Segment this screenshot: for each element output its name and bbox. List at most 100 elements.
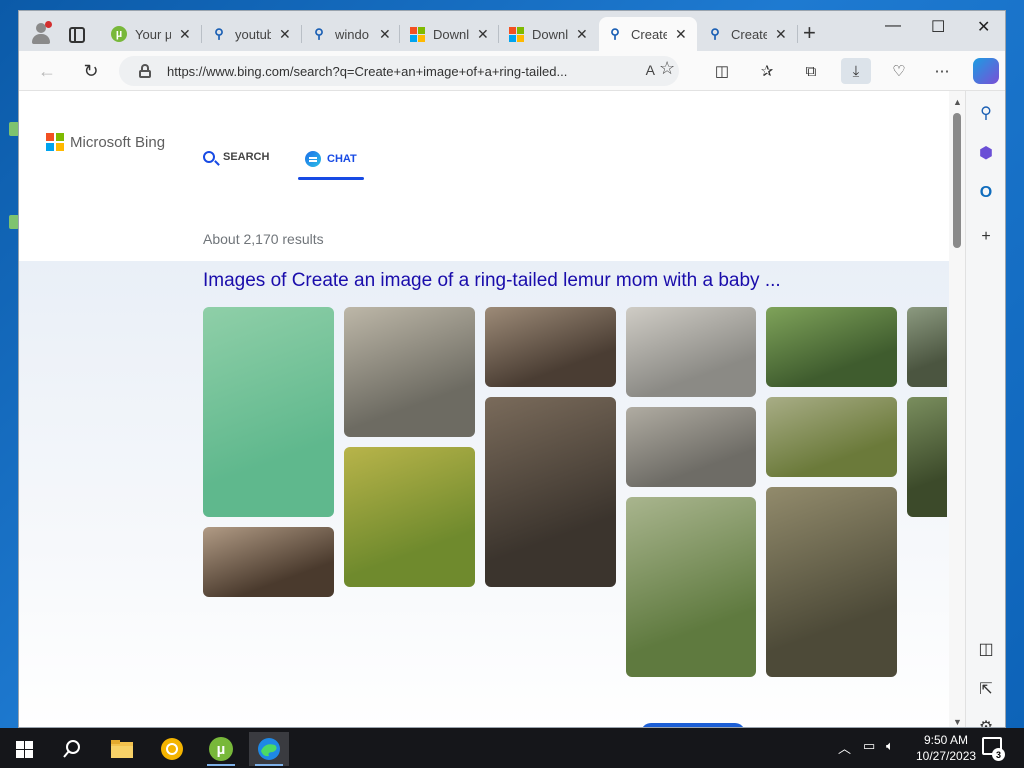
tab-create-active[interactable]: ⚲ Create ✕	[599, 17, 697, 51]
windows-logo-icon	[15, 740, 33, 758]
favorite-star-icon[interactable]: ☆	[659, 58, 675, 79]
bing-results-page: Microsoft Bing SEARCH CHAT About 2,170 r…	[19, 91, 949, 727]
microsoft-icon	[508, 26, 524, 42]
bing-search-icon: ⚲	[314, 26, 324, 41]
windows-taskbar: µ ︿ ▭ 🔈︎ 9:50 AM 10/27/2023 3	[0, 728, 1024, 768]
taskbar-search-button[interactable]	[52, 732, 92, 766]
edge-sidebar: ⚲ ⬢ O + ◫ ⇱ ⚙	[965, 91, 1005, 727]
page-scrollbar[interactable]: ▲ ▼	[949, 91, 965, 727]
volume-muted-icon[interactable]: 🔈︎	[886, 738, 894, 754]
close-tab-icon[interactable]: ✕	[675, 26, 687, 43]
sidebar-hide-panel-icon[interactable]: ◫	[976, 639, 996, 659]
folder-icon	[111, 740, 133, 758]
browser-essentials-icon[interactable]: ♡	[888, 60, 910, 82]
chrome-canary-button[interactable]	[152, 732, 192, 766]
settings-more-icon[interactable]: ⋯	[931, 60, 953, 82]
refresh-button[interactable]: ↻	[79, 59, 103, 83]
edge-icon	[258, 738, 280, 760]
downloads-icon[interactable]: ⤓	[841, 58, 871, 84]
image-thumbnail[interactable]	[344, 447, 475, 587]
back-button[interactable]: ←	[35, 59, 59, 83]
close-tab-icon[interactable]: ✕	[576, 26, 588, 43]
bing-search-icon: ⚲	[710, 26, 720, 41]
image-thumbnail[interactable]	[766, 487, 897, 677]
image-thumbnail[interactable]	[485, 397, 616, 587]
image-results-section: Images of Create an image of a ring-tail…	[19, 261, 949, 727]
browser-window: µ Your µ ✕ ⚲ youtub ✕ ⚲ windo ✕ Downl ✕	[18, 10, 1006, 728]
images-heading-link[interactable]: Images of Create an image of a ring-tail…	[203, 270, 781, 292]
clock-date: 10/27/2023	[916, 749, 977, 763]
tab-download-1[interactable]: Downl ✕	[401, 17, 497, 51]
search-icon	[203, 151, 215, 163]
close-window-button[interactable]: ✕	[977, 17, 990, 37]
utorrent-icon: µ	[209, 737, 233, 761]
profile-avatar-icon[interactable]	[29, 21, 53, 45]
sidebar-outlook-icon[interactable]: O	[976, 183, 996, 203]
tab-utorrent[interactable]: µ Your µ ✕	[103, 17, 199, 51]
image-thumbnail[interactable]	[766, 307, 897, 387]
tab-youtube-search[interactable]: ⚲ youtub ✕	[203, 17, 299, 51]
file-explorer-button[interactable]	[102, 732, 142, 766]
results-count: About 2,170 results	[203, 231, 324, 247]
bing-search-icon: ⚲	[610, 26, 620, 41]
system-clock[interactable]: 9:50 AM 10/27/2023	[916, 732, 976, 764]
image-thumbnail[interactable]	[203, 527, 334, 597]
scroll-thumb[interactable]	[953, 113, 961, 248]
image-thumbnail[interactable]	[203, 307, 334, 517]
read-aloud-icon[interactable]: A	[646, 62, 655, 78]
chat-icon	[305, 151, 321, 167]
image-thumbnail[interactable]	[907, 307, 947, 387]
address-bar[interactable]: https://www.bing.com/search?q=Create+an+…	[119, 56, 679, 86]
network-icon[interactable]: ▭	[863, 738, 875, 754]
image-thumbnail[interactable]	[485, 307, 616, 387]
minimize-button[interactable]: —	[885, 17, 901, 35]
close-tab-icon[interactable]: ✕	[179, 26, 191, 43]
show-hidden-icons-chevron-icon[interactable]: ︿	[838, 738, 851, 757]
scroll-down-arrow-icon[interactable]: ▼	[953, 717, 962, 727]
new-tab-button[interactable]: +	[803, 22, 816, 44]
close-tab-icon[interactable]: ✕	[379, 26, 391, 43]
utorrent-taskbar-button[interactable]: µ	[201, 732, 241, 766]
bing-logo[interactable]: Microsoft Bing	[46, 133, 165, 151]
open-in-new-window-icon[interactable]: ⇱	[976, 679, 996, 699]
image-thumbnail[interactable]	[344, 307, 475, 437]
search-icon	[63, 740, 80, 758]
collections-icon[interactable]: ⧉	[800, 60, 822, 82]
close-tab-icon[interactable]: ✕	[775, 26, 787, 43]
url-text[interactable]: https://www.bing.com/search?q=Create+an+…	[167, 64, 567, 79]
close-tab-icon[interactable]: ✕	[279, 26, 291, 43]
copilot-icon[interactable]	[973, 58, 999, 84]
image-thumbnail[interactable]	[626, 497, 756, 677]
sidebar-add-icon[interactable]: +	[976, 227, 996, 247]
image-thumbnail[interactable]	[626, 407, 756, 487]
active-scope-indicator	[298, 177, 364, 180]
clock-time: 9:50 AM	[923, 733, 969, 747]
bing-search-icon: ⚲	[214, 26, 224, 41]
browser-toolbar: ← ↻ https://www.bing.com/search?q=Create…	[19, 51, 1005, 91]
image-thumbnail[interactable]	[626, 307, 756, 397]
maximize-button[interactable]: ☐	[931, 17, 945, 37]
utorrent-icon: µ	[111, 26, 127, 42]
start-button[interactable]	[4, 732, 44, 766]
microsoft-icon	[409, 26, 425, 42]
browser-yellow-icon	[161, 738, 183, 760]
image-thumbnail[interactable]	[766, 397, 897, 477]
sidebar-office-icon[interactable]: ⬢	[976, 143, 996, 163]
edge-taskbar-button[interactable]	[249, 732, 289, 766]
sidebar-settings-icon[interactable]: ⚙	[976, 717, 996, 727]
scope-chat[interactable]: CHAT	[305, 151, 357, 167]
scroll-up-arrow-icon[interactable]: ▲	[953, 97, 962, 107]
close-tab-icon[interactable]: ✕	[477, 26, 489, 43]
tab-bar: µ Your µ ✕ ⚲ youtub ✕ ⚲ windo ✕ Downl ✕	[19, 11, 1005, 51]
image-thumbnail[interactable]	[907, 397, 947, 517]
favorites-icon[interactable]: ✰	[756, 60, 778, 82]
microsoft-logo-icon	[46, 133, 64, 151]
scope-search[interactable]: SEARCH	[203, 151, 269, 163]
sidebar-search-icon[interactable]: ⚲	[976, 103, 996, 123]
split-screen-icon[interactable]: ◫	[711, 60, 733, 82]
tab-create-2[interactable]: ⚲ Create ✕	[699, 17, 795, 51]
tab-download-2[interactable]: Downl ✕	[500, 17, 596, 51]
lock-icon[interactable]	[139, 64, 151, 78]
tab-actions-icon[interactable]	[69, 27, 85, 43]
tab-windows-search[interactable]: ⚲ windo ✕	[303, 17, 399, 51]
